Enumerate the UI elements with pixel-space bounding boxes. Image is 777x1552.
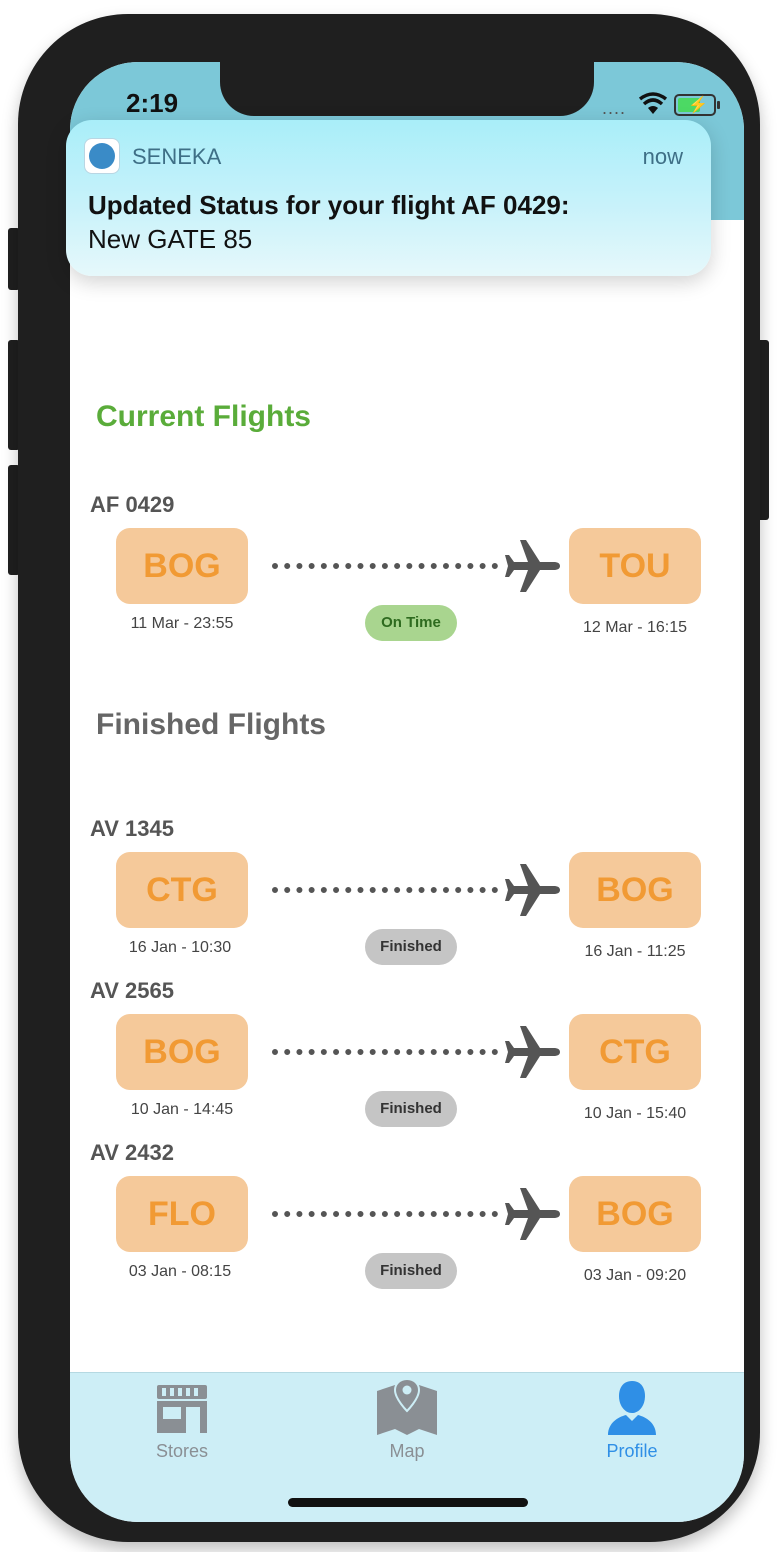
arrival-time: 10 Jan - 15:40 — [583, 1105, 687, 1122]
screen: 2:19 .... ⚡ Current Flights AF 0429 BOG … — [70, 62, 744, 1522]
notification-time: now — [642, 144, 683, 169]
departure-time: 10 Jan - 14:45 — [130, 1101, 234, 1118]
status-badge: Finished — [365, 929, 457, 965]
signal-icon: .... — [602, 98, 627, 118]
route-dots — [272, 1211, 498, 1217]
current-flights-title: Current Flights — [96, 400, 311, 433]
destination-airport: BOG — [569, 852, 701, 928]
tab-stores-label: Stores — [155, 1441, 209, 1461]
store-icon — [157, 1385, 207, 1433]
map-icon — [377, 1377, 437, 1435]
status-time: 2:19 — [126, 88, 179, 118]
home-indicator[interactable] — [288, 1498, 528, 1507]
notification-app-name: SENEKA — [132, 144, 222, 169]
route-dots — [272, 887, 498, 893]
arrival-time: 16 Jan - 11:25 — [584, 943, 686, 960]
notch — [220, 62, 594, 116]
origin-airport: BOG — [116, 1014, 248, 1090]
tab-map[interactable]: Map — [327, 1373, 487, 1473]
airplane-icon — [505, 864, 560, 916]
status-badge: Finished — [365, 1091, 457, 1127]
finished-flights-title: Finished Flights — [96, 708, 326, 741]
flight-code: AV 1345 — [90, 816, 174, 841]
notification-title: Updated Status for your flight AF 0429: — [88, 190, 570, 220]
arrival-time: 03 Jan - 09:20 — [583, 1267, 687, 1284]
tab-profile[interactable]: Profile — [552, 1373, 712, 1473]
battery-charging-icon: ⚡ — [674, 94, 720, 116]
flight-code: AV 2565 — [90, 978, 174, 1003]
destination-airport: CTG — [569, 1014, 701, 1090]
tab-profile-label: Profile — [606, 1441, 658, 1461]
status-badge: Finished — [365, 1253, 457, 1289]
origin-airport: FLO — [116, 1176, 248, 1252]
tab-stores[interactable]: Stores — [102, 1373, 262, 1473]
app-icon — [84, 138, 120, 174]
notification-body: New GATE 85 — [88, 224, 253, 254]
wifi-icon — [638, 92, 668, 114]
departure-time: 11 Mar - 23:55 — [130, 615, 234, 632]
flight-code: AV 2432 — [90, 1140, 174, 1165]
tab-map-label: Map — [389, 1441, 425, 1461]
departure-time: 03 Jan - 08:15 — [128, 1263, 232, 1280]
departure-time: 16 Jan - 10:30 — [128, 939, 232, 956]
flight-code: AF 0429 — [90, 492, 175, 517]
route-dots — [272, 1049, 498, 1055]
airplane-icon — [505, 540, 560, 592]
route-dots — [272, 563, 498, 569]
status-badge: On Time — [365, 605, 457, 641]
destination-airport: BOG — [569, 1176, 701, 1252]
profile-icon — [608, 1381, 656, 1435]
airplane-icon — [505, 1188, 560, 1240]
airplane-icon — [505, 1026, 560, 1078]
destination-airport: TOU — [569, 528, 701, 604]
push-notification[interactable]: SENEKA now Updated Status for your fligh… — [66, 120, 711, 276]
origin-airport: BOG — [116, 528, 248, 604]
origin-airport: CTG — [116, 852, 248, 928]
arrival-time: 12 Mar - 16:15 — [582, 619, 688, 636]
